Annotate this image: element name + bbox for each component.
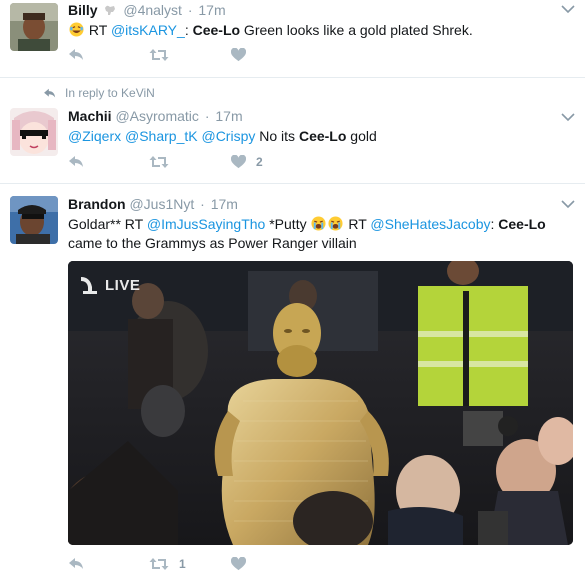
live-label: LIVE xyxy=(105,276,141,294)
tweet-text: RT @itsKARY_: Cee-Lo Green looks like a … xyxy=(68,21,575,40)
reply-button[interactable] xyxy=(68,557,85,571)
mention-link[interactable]: @Ziqerx xyxy=(68,128,121,144)
like-button[interactable] xyxy=(231,557,246,571)
crying-emoji-icon xyxy=(311,216,327,231)
grammy-gramophone-icon xyxy=(81,277,97,294)
retweet-count: 1 xyxy=(179,557,186,571)
avatar-billy[interactable] xyxy=(10,3,58,51)
chevron-down-icon[interactable] xyxy=(561,199,575,209)
mention-link[interactable]: @SheHatesJacoby xyxy=(370,216,490,232)
retweet-button[interactable] xyxy=(149,155,169,169)
reply-context[interactable]: In reply to KeViN xyxy=(43,86,155,100)
tweet-media-image[interactable]: LIVE xyxy=(68,261,573,545)
retweet-icon xyxy=(149,558,169,570)
retweet-icon xyxy=(149,49,169,61)
chevron-down-icon[interactable] xyxy=(561,112,575,122)
retweet-button[interactable]: 1 xyxy=(149,557,186,571)
text-colon: : xyxy=(490,216,495,232)
separator-dot: · xyxy=(200,196,205,212)
tweet-text: @Ziqerx @Sharp_tK @Crispy No its Cee-Lo … xyxy=(68,127,575,146)
reply-context-text: In reply to KeViN xyxy=(65,86,155,100)
tweet-handle[interactable]: @Asyromatic xyxy=(115,108,198,124)
reply-icon xyxy=(69,49,83,60)
avatar-brandon[interactable] xyxy=(10,196,58,244)
retweet-icon xyxy=(149,156,169,168)
reply-button[interactable] xyxy=(68,48,85,62)
like-count: 2 xyxy=(256,155,263,169)
highlighted-keyword: Cee-Lo xyxy=(298,128,347,144)
tweet-timestamp[interactable]: 17m xyxy=(215,108,242,124)
text-segment: *Putty xyxy=(265,216,311,232)
tweet-author-name[interactable]: Machii xyxy=(68,108,112,124)
mention-link[interactable]: @ImJusSayingTho xyxy=(147,216,265,232)
like-button[interactable]: 2 xyxy=(231,155,263,169)
tweet-billy[interactable]: Billy @4nalyst · 17m RT @itsKARY_: Cee-L… xyxy=(0,0,585,78)
like-button[interactable] xyxy=(231,48,246,62)
text-segment: Goldar** RT xyxy=(68,216,147,232)
text-segment: RT xyxy=(344,216,371,232)
crying-emoji-icon xyxy=(328,216,344,231)
reply-icon xyxy=(69,156,83,167)
mention-link[interactable]: @Sharp_tK xyxy=(125,128,198,144)
text-colon: : xyxy=(184,22,189,38)
laughing-emoji-icon xyxy=(69,22,84,37)
goat-emoji-icon xyxy=(105,5,116,15)
text-segment: gold xyxy=(346,128,377,144)
chevron-down-icon[interactable] xyxy=(561,4,575,14)
tweet-timestamp[interactable]: 17m xyxy=(198,2,225,18)
red-carpet-photo xyxy=(68,261,573,545)
reply-button[interactable] xyxy=(68,155,85,169)
separator-dot: · xyxy=(204,108,210,124)
heart-icon xyxy=(231,155,246,169)
text-segment: RT xyxy=(88,22,111,38)
text-segment: No its xyxy=(255,128,299,144)
mention-link[interactable]: @Crispy xyxy=(201,128,255,144)
retweet-button[interactable] xyxy=(149,48,169,62)
live-badge: LIVE xyxy=(78,275,140,295)
mention-link[interactable]: @itsKARY_ xyxy=(111,22,185,38)
reply-icon xyxy=(69,558,83,569)
separator-dot: · xyxy=(187,2,193,18)
highlighted-keyword: Cee-Lo xyxy=(192,22,241,38)
reply-context-icon xyxy=(44,88,56,97)
text-segment: came to the Grammys as Power Ranger vill… xyxy=(68,235,357,251)
heart-icon xyxy=(231,557,246,571)
avatar-machii[interactable] xyxy=(10,108,58,156)
highlighted-keyword: Cee-Lo xyxy=(498,216,546,232)
heart-icon xyxy=(231,48,246,62)
tweet-author-name[interactable]: Brandon xyxy=(68,196,126,212)
tweet-text: Goldar** RT @ImJusSayingTho *Putty RT @S… xyxy=(68,215,575,253)
tweet-handle[interactable]: @Jus1Nyt xyxy=(129,196,194,212)
tweet-timestamp[interactable]: 17m xyxy=(211,196,238,212)
tweet-author-name[interactable]: Billy xyxy=(68,2,98,18)
tweet-handle[interactable]: @4nalyst xyxy=(123,2,182,18)
text-segment: Green looks like a gold plated Shrek. xyxy=(240,22,473,38)
